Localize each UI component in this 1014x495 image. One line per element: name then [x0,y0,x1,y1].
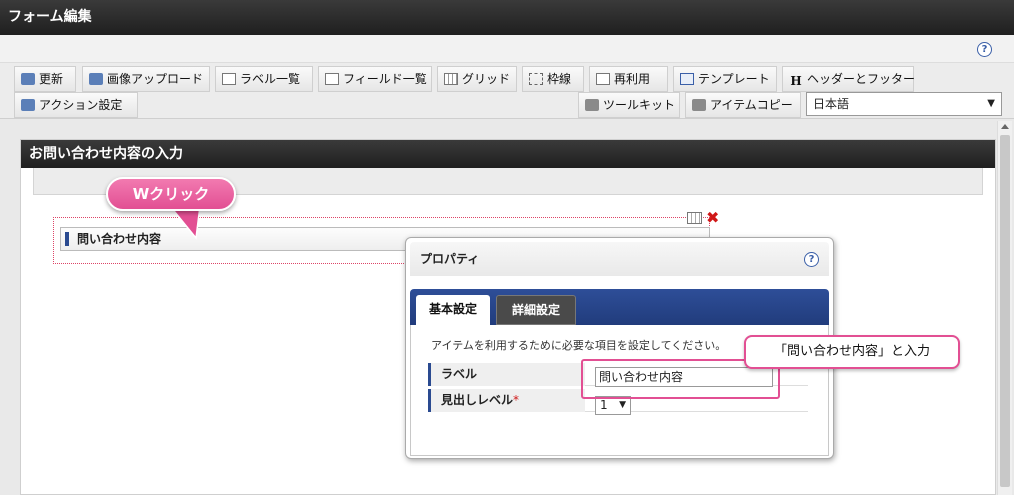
delete-icon[interactable]: ✖ [706,209,719,227]
tab-detail-settings[interactable]: 詳細設定 [496,295,576,325]
item-copy-icon [692,99,706,111]
properties-title: プロパティ [420,252,480,266]
header-footer-icon: H [790,74,802,88]
properties-help-icon[interactable]: ? [804,252,819,267]
required-mark: * [513,393,520,407]
language-select[interactable]: 日本語 ▼ [806,92,1002,116]
heading-level-key: 見出しレベル* [428,389,585,412]
field-list-icon [325,73,339,85]
label-row-key: ラベル [428,363,585,386]
template-button[interactable]: テンプレート [673,66,777,92]
action-icon [21,99,35,111]
item-copy-button[interactable]: アイテムコピー [685,92,801,118]
grid-icon [444,73,458,85]
action-settings-button[interactable]: アクション設定 [14,92,138,118]
border-icon [529,73,543,85]
help-bar: ? [0,35,1014,63]
form-title: お問い合わせ内容の入力 [21,140,995,168]
border-button[interactable]: 枠線 [522,66,584,92]
label-list-icon [222,73,236,85]
heading-item-label: 問い合わせ内容 [77,232,162,246]
properties-tabbar: 基本設定 詳細設定 [410,289,829,325]
vertical-scrollbar[interactable] [997,121,1012,495]
input-hint-callout: 「問い合わせ内容」と入力 [744,335,960,369]
scroll-up-icon[interactable] [1001,124,1009,129]
properties-description: アイテムを利用するために必要な項目を設定してください。 [431,339,727,352]
scroll-thumb[interactable] [1000,135,1010,487]
template-icon [680,73,694,85]
update-button[interactable]: 更新 [14,66,76,92]
grid-button[interactable]: グリッド [437,66,517,92]
help-icon[interactable]: ? [977,42,992,57]
image-upload-icon [89,73,103,85]
toolkit-icon [585,99,599,111]
item-properties-icon[interactable] [687,212,702,224]
window-title: フォーム編集 [0,0,1014,35]
field-list-button[interactable]: フィールド一覧 [318,66,432,92]
header-footer-button[interactable]: H ヘッダーとフッター [782,66,915,92]
toolkit-button[interactable]: ツールキット [578,92,680,118]
refresh-icon [21,73,35,85]
reuse-button[interactable]: 再利用 [589,66,668,92]
image-upload-button[interactable]: 画像アップロード [82,66,210,92]
double-click-callout: Wクリック [106,177,236,211]
label-list-button[interactable]: ラベル一覧 [215,66,313,92]
heading-accent-bar [65,232,69,246]
reuse-icon [596,73,610,85]
chevron-down-icon: ▼ [987,98,995,109]
properties-header: プロパティ ? [410,242,829,276]
chevron-down-icon: ▼ [619,400,626,410]
tab-basic-settings[interactable]: 基本設定 [416,295,490,325]
